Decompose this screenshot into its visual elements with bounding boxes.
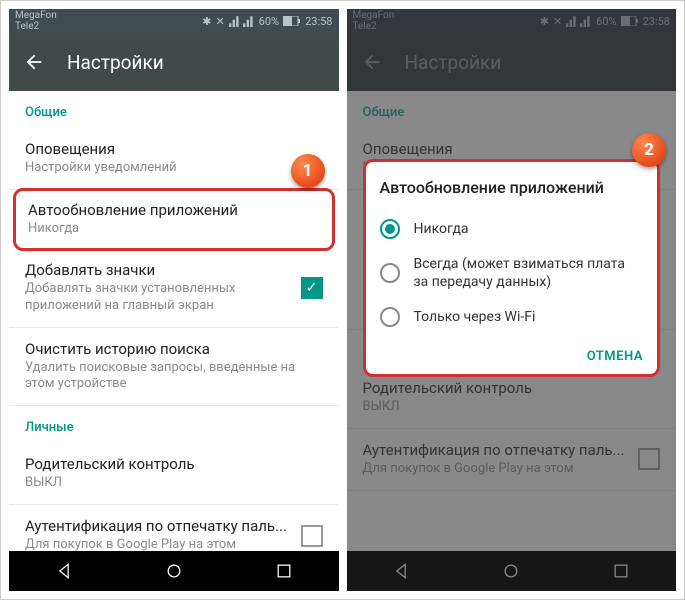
- nav-back-icon[interactable]: [54, 561, 74, 581]
- item-notifications[interactable]: Оповещения Настройки уведомлений: [9, 128, 339, 190]
- item-title: Родительский контроль: [25, 455, 323, 473]
- item-fingerprint[interactable]: Аутентификация по отпечатку паль... Для …: [9, 505, 339, 551]
- checkbox-addicons[interactable]: ✓: [301, 277, 323, 299]
- radio-icon: [380, 263, 400, 283]
- item-title: Аутентификация по отпечатку паль...: [25, 517, 291, 535]
- vibrate-icon: ✕: [215, 15, 224, 28]
- item-clear-history[interactable]: Очистить историю поиска Удалить поисковы…: [9, 328, 339, 407]
- item-sub: ВЫКЛ: [25, 475, 323, 492]
- back-icon[interactable]: [23, 51, 45, 73]
- item-sub: Никогда: [28, 221, 320, 238]
- phone-left: MegaFon Tele2 ✱ ✕ 60% 23:58 Настройки Об…: [9, 9, 339, 591]
- dialog-title: Автообновление приложений: [380, 178, 644, 197]
- radio-label: Только через Wi-Fi: [414, 308, 536, 326]
- radio-label: Никогда: [414, 220, 469, 238]
- radio-icon: [380, 307, 400, 327]
- checkbox-fingerprint[interactable]: [301, 525, 323, 547]
- item-title: Автообновление приложений: [28, 201, 320, 219]
- item-title: Очистить историю поиска: [25, 340, 323, 358]
- annotation-badge-1: 1: [291, 154, 325, 188]
- status-bar: MegaFon Tele2 ✱ ✕ 60% 23:58: [9, 9, 339, 33]
- section-general: Общие: [9, 91, 339, 128]
- carrier-2: Tele2: [15, 21, 57, 32]
- section-personal: Личные: [9, 406, 339, 443]
- battery-text: 60%: [259, 15, 279, 28]
- item-sub: Для покупок в Google Play на этом: [25, 537, 291, 551]
- radio-option-never[interactable]: Никогда: [380, 211, 644, 247]
- item-parental[interactable]: Родительский контроль ВЫКЛ: [9, 443, 339, 505]
- cancel-button[interactable]: ОТМЕНА: [587, 349, 643, 364]
- nav-home-icon[interactable]: [164, 561, 184, 581]
- carrier-1: MegaFon: [15, 10, 57, 21]
- bluetooth-icon: ✱: [202, 15, 211, 28]
- app-bar: Настройки: [9, 33, 339, 91]
- radio-label: Всегда (может взиматься плата за передач…: [414, 255, 644, 291]
- annotation-badge-2: 2: [632, 133, 666, 167]
- radio-option-always[interactable]: Всегда (может взиматься плата за передач…: [380, 247, 644, 299]
- item-addicons[interactable]: Добавлять значки Добавлять значки устано…: [9, 249, 339, 328]
- phone-right: MegaFon Tele2 ✱ ✕ 60% 23:58 Настройки Об…: [347, 9, 677, 591]
- item-sub: Удалить поисковые запросы, введенные на …: [25, 360, 323, 394]
- page-title: Настройки: [67, 51, 164, 74]
- autoupdate-dialog: Автообновление приложений Никогда Всегда…: [363, 159, 661, 377]
- settings-list: Общие Оповещения Настройки уведомлений А…: [9, 91, 339, 551]
- item-sub: Настройки уведомлений: [25, 160, 323, 177]
- time-text: 23:58: [305, 15, 332, 28]
- battery-icon: [283, 16, 301, 26]
- item-sub: Добавлять значки установленных приложени…: [25, 281, 291, 315]
- item-title: Оповещения: [25, 140, 323, 158]
- item-autoupdate[interactable]: Автообновление приложений Никогда: [13, 188, 335, 251]
- signal-icon: [229, 15, 255, 27]
- item-title: Добавлять значки: [25, 261, 291, 279]
- nav-bar: [9, 551, 339, 591]
- radio-option-wifi[interactable]: Только через Wi-Fi: [380, 299, 644, 335]
- nav-recent-icon[interactable]: [274, 561, 294, 581]
- radio-icon: [380, 219, 400, 239]
